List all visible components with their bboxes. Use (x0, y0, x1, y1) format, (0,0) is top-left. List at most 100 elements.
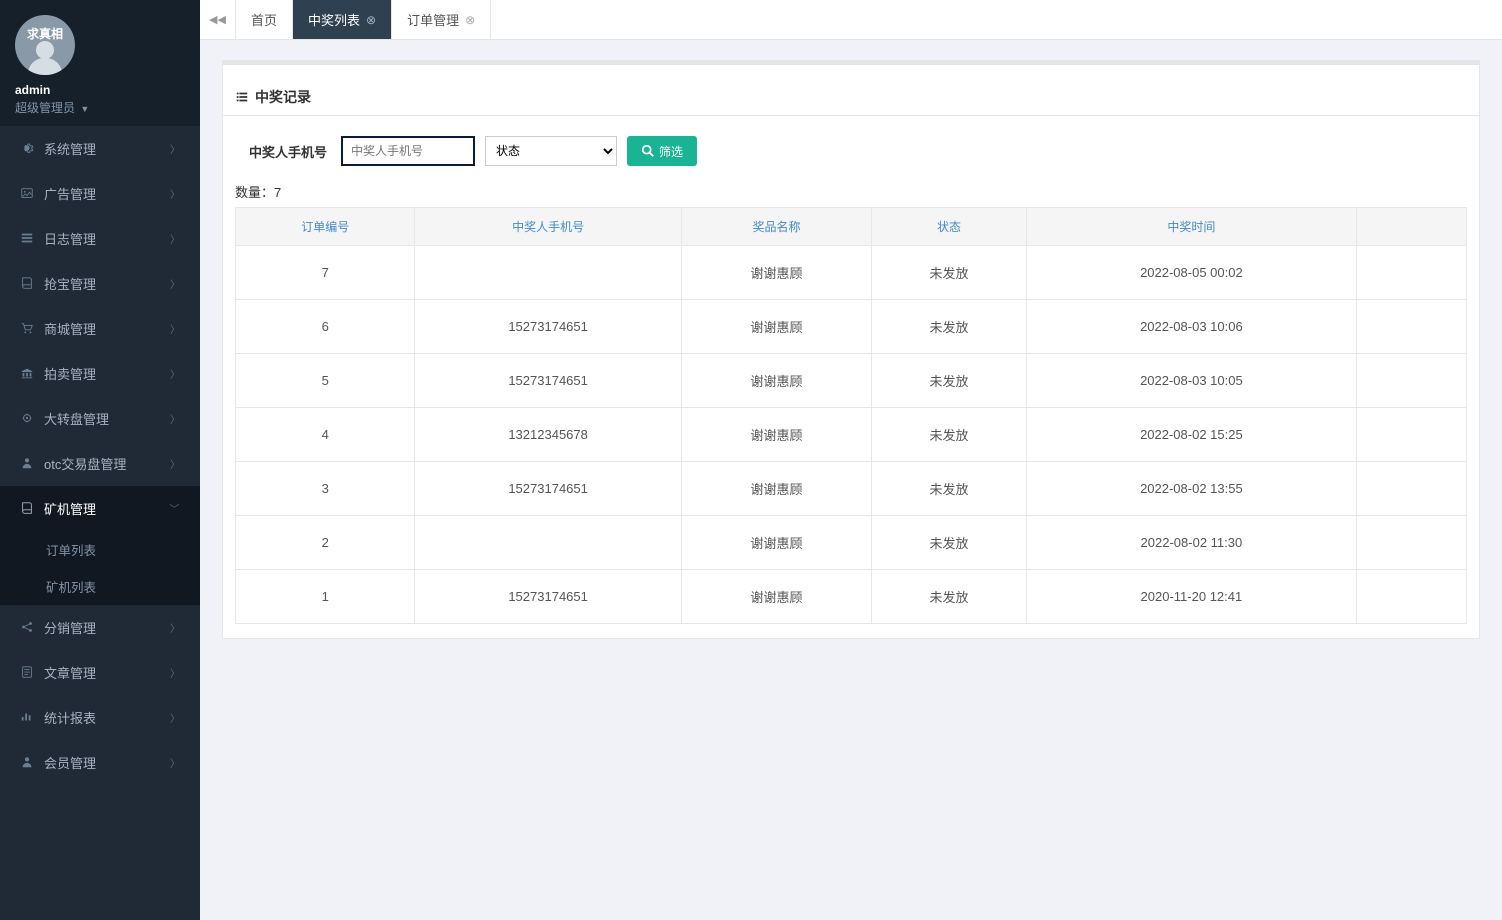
column-header[interactable]: 奖品名称 (681, 208, 871, 246)
panel-winning-records: 中奖记录 中奖人手机号 状态 筛选 (222, 60, 1480, 639)
sidebar-item-label: otc交易盘管理 (44, 454, 126, 473)
sidebar-item[interactable]: 分销管理 〉 (0, 605, 200, 650)
book-icon (18, 501, 36, 516)
tab-label: 订单管理 (407, 10, 459, 29)
cell-phone: 13212345678 (415, 408, 681, 462)
cell-phone (415, 516, 681, 570)
profile-block: 求真相 admin 超级管理员 ▼ (0, 0, 200, 126)
sidebar-item[interactable]: 会员管理 〉 (0, 740, 200, 785)
sidebar-item[interactable]: 商城管理〉 (0, 306, 200, 351)
chevron-right-icon: 〉 (170, 141, 180, 156)
results-table: 订单编号中奖人手机号奖品名称状态中奖时间 7谢谢惠顾未发放2022-08-05 … (235, 207, 1467, 624)
sidebar-item-label: 拍卖管理 (44, 364, 96, 383)
role-dropdown[interactable]: 超级管理员 ▼ (15, 99, 185, 116)
sidebar-item-label: 分销管理 (44, 618, 96, 637)
cell-id: 1 (236, 570, 415, 624)
chevron-right-icon: 〉 (170, 411, 180, 426)
sidebar-item[interactable]: 拍卖管理 〉 (0, 351, 200, 396)
sidebar-item[interactable]: 系统管理〉 (0, 126, 200, 171)
sidebar-item[interactable]: 抢宝管理〉 (0, 261, 200, 306)
cell-id: 3 (236, 462, 415, 516)
chevron-right-icon: 〉 (170, 321, 180, 336)
cell-status: 未发放 (872, 570, 1027, 624)
sidebar-item[interactable]: 日志管理〉 (0, 216, 200, 261)
close-icon[interactable]: ⊗ (366, 13, 376, 27)
user-icon (18, 755, 36, 770)
chevron-right-icon: 〉 (170, 456, 180, 471)
sidebar-item-label: 大转盘管理 (44, 409, 109, 428)
close-icon[interactable]: ⊗ (465, 13, 475, 27)
cell-time: 2022-08-05 00:02 (1026, 246, 1356, 300)
tab[interactable]: 首页 (236, 0, 293, 39)
phone-label: 中奖人手机号 (249, 142, 327, 161)
doc-icon (18, 665, 36, 680)
bars-icon (18, 710, 36, 725)
sidebar-item[interactable]: 统计报表〉 (0, 695, 200, 740)
table-row: 315273174651谢谢惠顾未发放2022-08-02 13:55 (236, 462, 1467, 516)
cell-phone: 15273174651 (415, 570, 681, 624)
table-row: 413212345678谢谢惠顾未发放2022-08-02 15:25 (236, 408, 1467, 462)
tab[interactable]: 订单管理 ⊗ (392, 0, 491, 39)
sidebar-item-label: 文章管理 (44, 663, 96, 682)
sidebar-item-label: 会员管理 (44, 753, 96, 772)
image-icon (18, 186, 36, 201)
chevron-right-icon: 〉 (170, 755, 180, 770)
cell-id: 6 (236, 300, 415, 354)
cell-prize: 谢谢惠顾 (681, 570, 871, 624)
cell-prize: 谢谢惠顾 (681, 462, 871, 516)
chevron-right-icon: 〉 (170, 665, 180, 680)
double-chevron-left-icon: ◀◀ (209, 13, 226, 26)
column-header[interactable] (1357, 208, 1467, 246)
phone-input[interactable] (341, 136, 475, 166)
list-icon (18, 231, 36, 246)
cell-id: 2 (236, 516, 415, 570)
chevron-right-icon: 〉 (170, 620, 180, 635)
sidebar-item[interactable]: 文章管理 〉 (0, 650, 200, 695)
column-header[interactable]: 状态 (872, 208, 1027, 246)
column-header[interactable]: 中奖人手机号 (415, 208, 681, 246)
sidebar-subitem[interactable]: 订单列表 (0, 531, 200, 568)
chevron-right-icon: 〉 (170, 366, 180, 381)
sidebar-item-label: 日志管理 (44, 229, 96, 248)
sidebar-item[interactable]: 广告管理〉 (0, 171, 200, 216)
cell-actions (1357, 570, 1467, 624)
table-row: 7谢谢惠顾未发放2022-08-05 00:02 (236, 246, 1467, 300)
cell-actions (1357, 462, 1467, 516)
bank-icon (18, 366, 36, 381)
tab[interactable]: 中奖列表 ⊗ (293, 0, 392, 39)
cell-prize: 谢谢惠顾 (681, 408, 871, 462)
cell-id: 4 (236, 408, 415, 462)
cell-time: 2022-08-03 10:05 (1026, 354, 1356, 408)
table-row: 615273174651谢谢惠顾未发放2022-08-03 10:06 (236, 300, 1467, 354)
chevron-right-icon: 〉 (170, 276, 180, 291)
chevron-right-icon: 〉 (168, 504, 183, 514)
sidebar-item-label: 广告管理 (44, 184, 96, 203)
filter-bar: 中奖人手机号 状态 筛选 (235, 136, 1467, 166)
sidebar-item-label: 矿机管理 (44, 499, 96, 518)
search-icon (641, 144, 655, 159)
sidebar-item[interactable]: 大转盘管理 〉 (0, 396, 200, 441)
share-icon (18, 620, 36, 635)
cell-actions (1357, 246, 1467, 300)
cell-id: 7 (236, 246, 415, 300)
cell-time: 2022-08-02 11:30 (1026, 516, 1356, 570)
sidebar-item-label: 统计报表 (44, 708, 96, 727)
filter-button[interactable]: 筛选 (627, 136, 697, 166)
tab-label: 中奖列表 (308, 10, 360, 29)
cell-time: 2022-08-02 15:25 (1026, 408, 1356, 462)
status-select[interactable]: 状态 (485, 136, 617, 166)
column-header[interactable]: 订单编号 (236, 208, 415, 246)
tab-label: 首页 (251, 10, 277, 29)
sidebar: 求真相 admin 超级管理员 ▼ 系统管理〉广告管理〉日志管理〉抢宝管理〉商城… (0, 0, 200, 920)
cell-actions (1357, 408, 1467, 462)
cell-prize: 谢谢惠顾 (681, 246, 871, 300)
avatar-text: 求真相 (27, 25, 63, 42)
sidebar-item[interactable]: otc交易盘管理 〉 (0, 441, 200, 486)
column-header[interactable]: 中奖时间 (1026, 208, 1356, 246)
sidebar-item[interactable]: 矿机管理 〉 (0, 486, 200, 531)
table-row: 515273174651谢谢惠顾未发放2022-08-03 10:05 (236, 354, 1467, 408)
collapse-sidebar-button[interactable]: ◀◀ (200, 0, 236, 39)
cell-status: 未发放 (872, 408, 1027, 462)
sidebar-subitem[interactable]: 矿机列表 (0, 568, 200, 605)
cart-icon (18, 321, 36, 336)
